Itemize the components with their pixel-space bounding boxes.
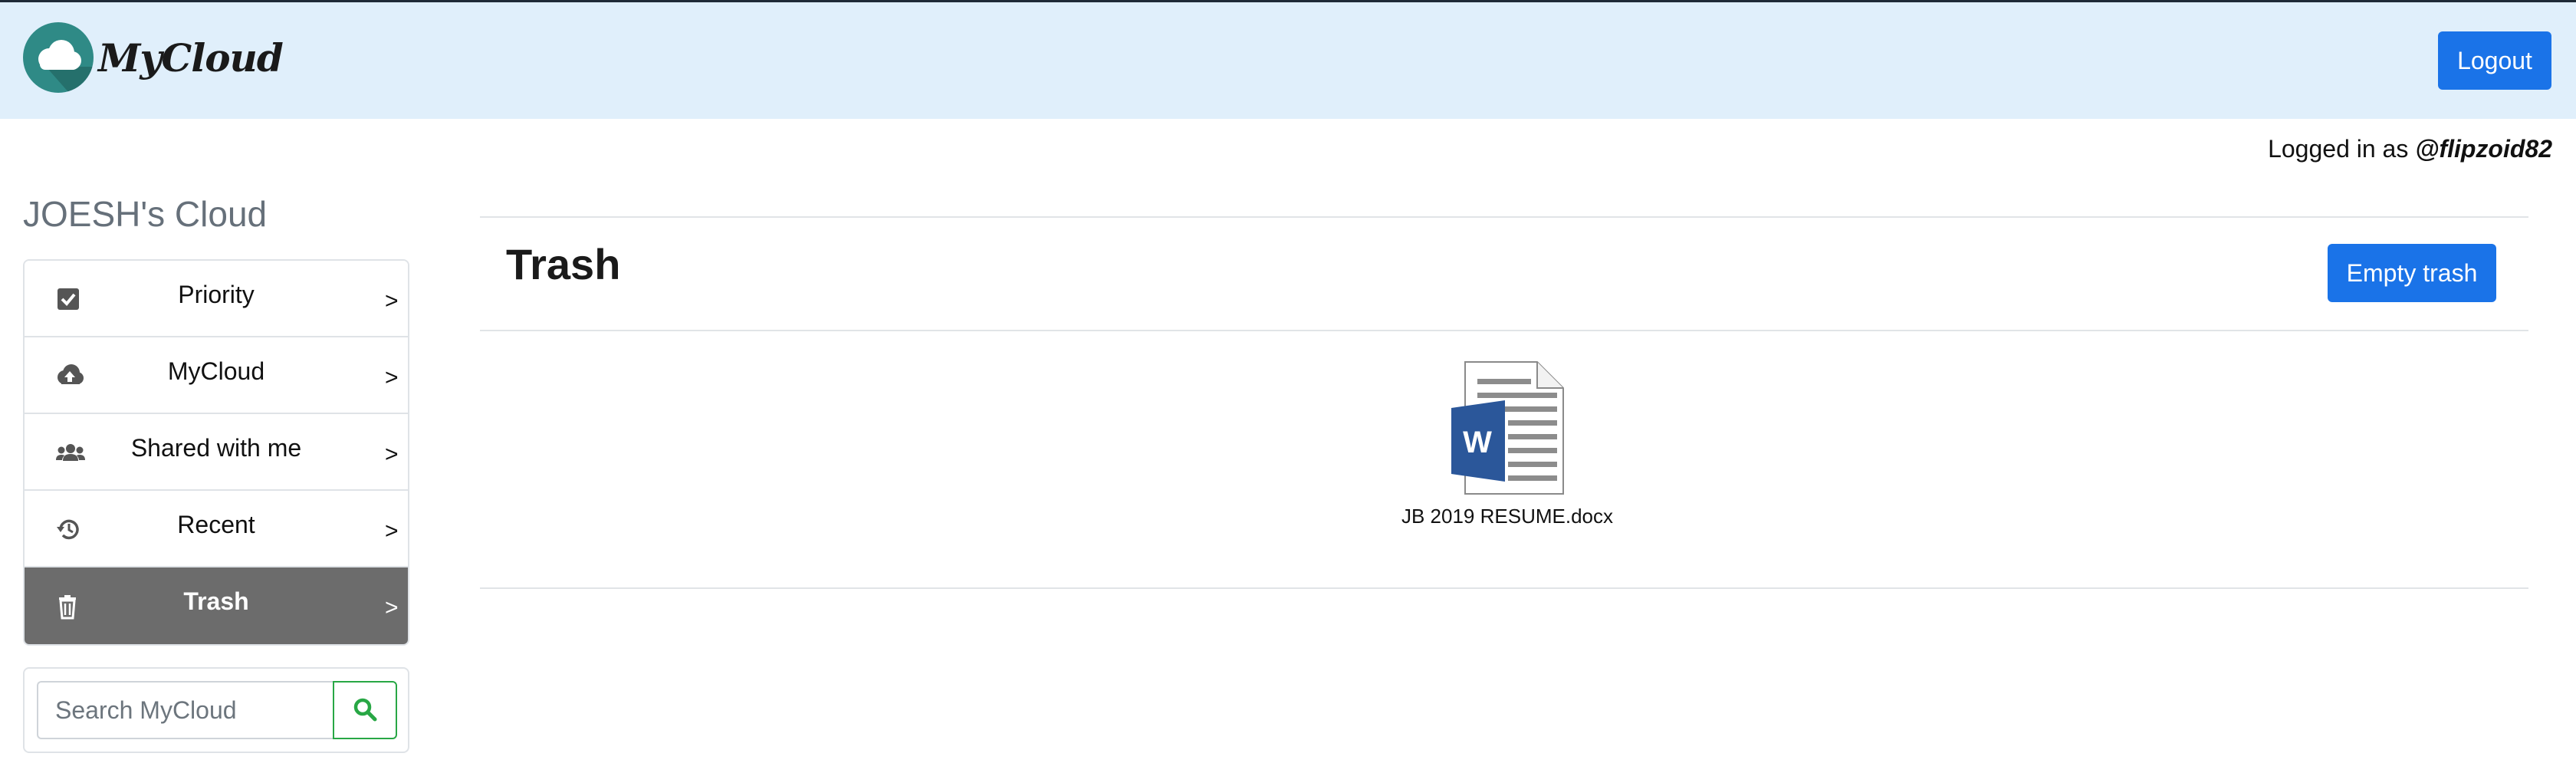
chevron-right-icon: > — [385, 595, 399, 620]
cloud-owner-title: JOESH's Cloud — [23, 194, 268, 234]
file-name: JB 2019 RESUME.docx — [1401, 505, 1613, 528]
logged-in-status: Logged in as @flipzoid82 — [2268, 135, 2552, 163]
chevron-right-icon: > — [385, 365, 399, 390]
sidebar-nav: Priority > MyCloud > Shared with me > Re… — [23, 259, 409, 646]
search-icon — [353, 697, 377, 724]
sidebar-item-priority[interactable]: Priority > — [25, 261, 408, 337]
sidebar-item-shared[interactable]: Shared with me > — [25, 414, 408, 491]
sidebar-item-label: MyCloud — [167, 357, 265, 385]
svg-text:W: W — [1463, 426, 1492, 459]
divider — [480, 330, 2528, 331]
cloud-logo-icon — [23, 22, 94, 93]
word-document-icon: W — [1451, 361, 1564, 495]
sidebar-item-mycloud[interactable]: MyCloud > — [25, 337, 408, 414]
search-button[interactable] — [333, 681, 397, 739]
logged-in-prefix: Logged in as — [2268, 135, 2416, 163]
chevron-right-icon: > — [385, 518, 399, 544]
file-item[interactable]: W JB 2019 RESUME.docx — [1385, 360, 1630, 528]
page-title: Trash — [506, 240, 621, 288]
brand-name: MyCloud — [98, 35, 284, 81]
empty-trash-button[interactable]: Empty trash — [2328, 244, 2496, 302]
brand-logo[interactable]: MyCloud — [23, 21, 284, 94]
divider — [480, 587, 2528, 589]
top-navbar: MyCloud Logout — [0, 2, 2576, 119]
sidebar-item-recent[interactable]: Recent > — [25, 491, 408, 567]
username: @flipzoid82 — [2415, 135, 2552, 163]
chevron-right-icon: > — [385, 288, 399, 314]
search-input[interactable] — [37, 681, 333, 739]
chevron-right-icon: > — [385, 442, 399, 467]
sidebar-item-trash[interactable]: Trash > — [25, 567, 408, 644]
sidebar-item-label: Priority — [178, 281, 255, 308]
divider — [480, 216, 2528, 218]
sidebar-item-label: Recent — [177, 511, 255, 538]
search-form — [23, 667, 409, 753]
logout-button[interactable]: Logout — [2438, 31, 2551, 90]
sidebar-item-label: Trash — [183, 587, 249, 615]
sidebar-item-label: Shared with me — [130, 434, 302, 462]
